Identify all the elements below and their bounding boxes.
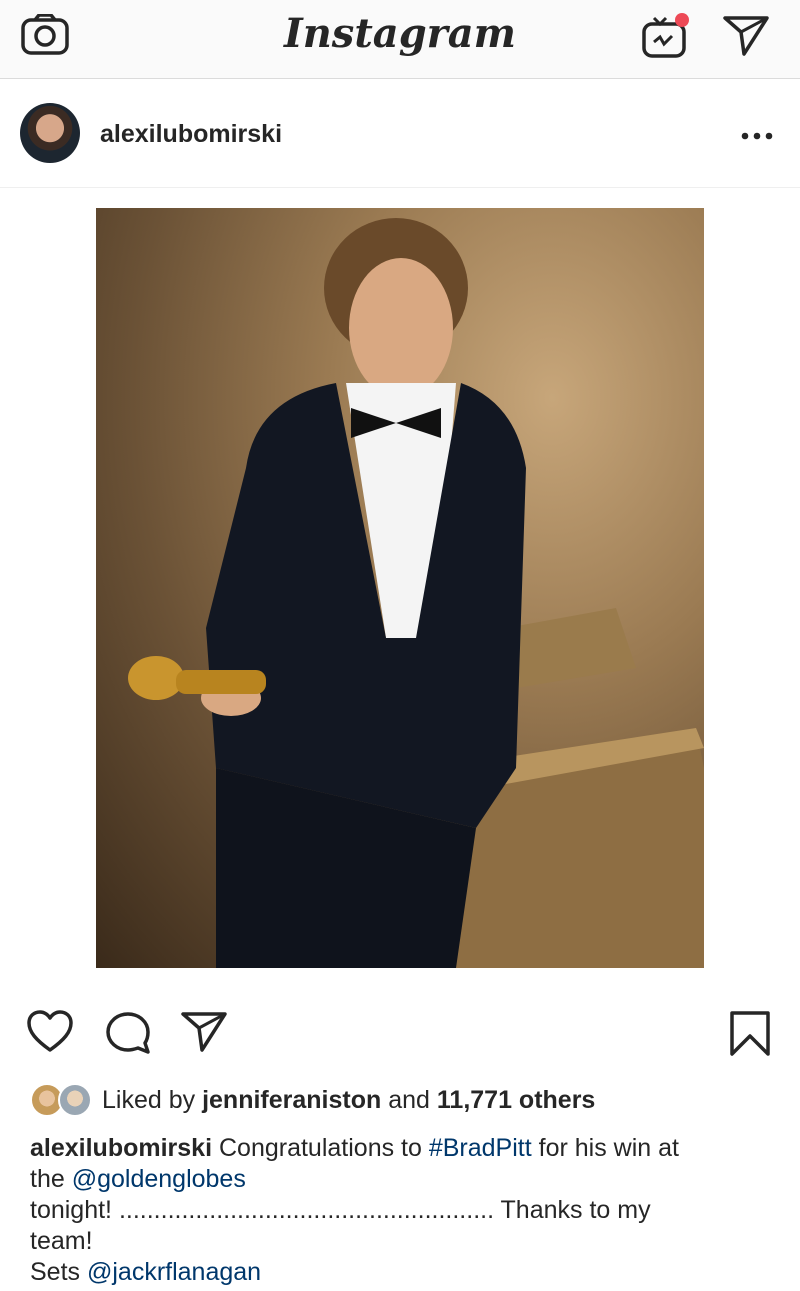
caption-line-4: team!	[30, 1227, 93, 1255]
caption-text: the	[30, 1165, 65, 1193]
liked-by-prefix: Liked by	[102, 1085, 196, 1114]
notification-dot	[675, 13, 689, 27]
photo-illustration	[128, 218, 704, 968]
liked-by-joiner: and	[388, 1085, 430, 1114]
post-header: alexilubomirski	[0, 79, 800, 188]
post-caption: alexilubomirski Congratulations to #Brad…	[30, 1133, 770, 1288]
caption-author[interactable]: alexilubomirski	[30, 1134, 212, 1162]
igtv-icon[interactable]	[640, 10, 692, 60]
hashtag-link[interactable]: #BradPitt	[429, 1134, 532, 1162]
liked-by-user[interactable]: jenniferaniston	[202, 1086, 381, 1115]
top-navigation-bar: Instagram	[0, 0, 800, 79]
camera-icon[interactable]	[20, 14, 70, 56]
caption-line-2: the @goldenglobes	[30, 1164, 770, 1195]
app-logo: Instagram	[284, 10, 516, 57]
comment-icon[interactable]	[104, 1010, 152, 1056]
liker-avatars	[30, 1083, 92, 1117]
mention-link[interactable]: @goldenglobes	[72, 1165, 246, 1193]
share-paper-plane-icon[interactable]	[180, 1010, 228, 1054]
caption-line-1: alexilubomirski Congratulations to #Brad…	[30, 1133, 770, 1164]
direct-message-icon[interactable]	[722, 14, 770, 56]
save-bookmark-icon[interactable]	[728, 1010, 772, 1058]
caption-text: for his win at	[538, 1134, 679, 1162]
caption-text: Sets	[30, 1258, 81, 1286]
caption-text: Congratulations to	[218, 1134, 422, 1162]
liked-by-others-count[interactable]: 11,771 others	[437, 1086, 595, 1115]
more-options-icon[interactable]	[740, 131, 774, 141]
author-avatar[interactable]	[20, 103, 80, 163]
caption-line-3: tonight! ...............................…	[30, 1196, 651, 1224]
liker-avatar	[58, 1083, 92, 1117]
mention-link[interactable]: @jackrflanagan	[87, 1258, 261, 1286]
likes-summary[interactable]: Liked by jenniferaniston and 11,771 othe…	[30, 1083, 595, 1117]
caption-line-5: Sets @jackrflanagan	[30, 1257, 770, 1288]
like-heart-icon[interactable]	[26, 1010, 74, 1054]
post-photo[interactable]	[96, 208, 704, 968]
post-author-username[interactable]: alexilubomirski	[100, 119, 282, 149]
